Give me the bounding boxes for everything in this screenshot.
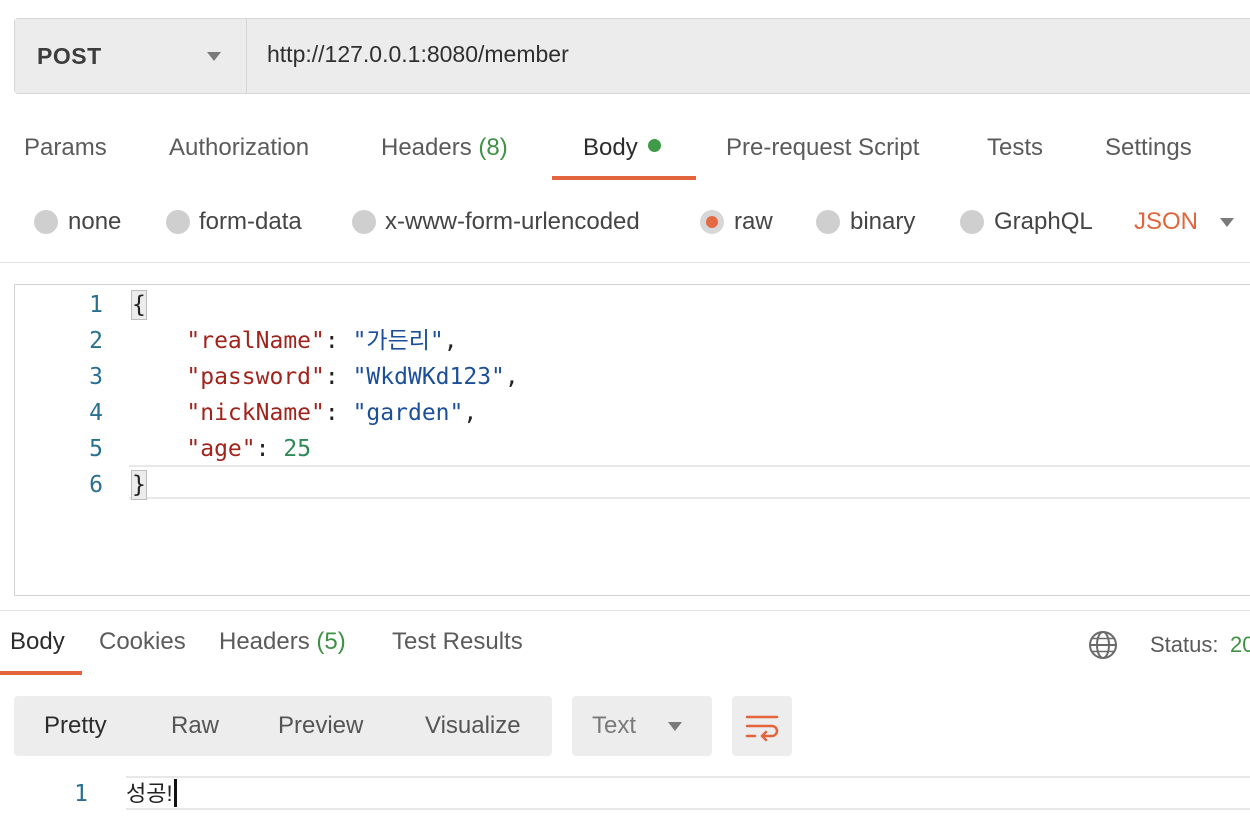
chevron-down-icon	[207, 52, 221, 61]
json-key: "age"	[186, 436, 256, 462]
radio-none-label[interactable]: none	[68, 208, 121, 238]
code-line: 5 "age": 25	[15, 431, 1250, 467]
format-dropdown[interactable]: JSON	[1134, 208, 1198, 236]
code-line: 3 "password": "WkdWKd123",	[15, 359, 1250, 395]
json-comma: ,	[463, 400, 478, 426]
code-text: {	[131, 287, 147, 323]
json-colon: :	[255, 436, 284, 462]
code-line: 1 {	[15, 287, 1250, 323]
response-headers-count-badge: (5)	[316, 628, 346, 655]
line-number: 2	[89, 328, 103, 354]
method-label: POST	[37, 43, 102, 69]
response-tab-cookies[interactable]: Cookies	[99, 628, 186, 656]
json-string-value: "garden"	[352, 400, 464, 426]
tab-body[interactable]: Body	[583, 134, 661, 162]
json-colon: :	[324, 328, 353, 354]
response-text: 성공!	[126, 776, 177, 812]
current-line-highlight	[126, 776, 1250, 810]
active-tab-indicator	[552, 176, 696, 180]
tab-params[interactable]: Params	[24, 134, 107, 162]
radio-x-www-form-urlencoded[interactable]	[352, 210, 376, 234]
radio-none[interactable]	[34, 210, 58, 234]
request-body-editor[interactable]: 1 { 2 "realName": "가든리", 3 "password": "…	[14, 284, 1250, 596]
json-colon: :	[324, 400, 353, 426]
format-raw-button[interactable]: Raw	[171, 712, 219, 740]
json-key: "realName"	[186, 328, 325, 354]
line-number: 5	[89, 436, 103, 462]
json-key: "password"	[186, 364, 325, 390]
request-url-bar: POST http://127.0.0.1:8080/member	[14, 18, 1250, 94]
response-tab-test-results[interactable]: Test Results	[392, 628, 523, 656]
code-line: 4 "nickName": "garden",	[15, 395, 1250, 431]
globe-icon[interactable]	[1088, 630, 1118, 660]
radio-graphql[interactable]	[960, 210, 984, 234]
radio-x-www-form-urlencoded-label[interactable]: x-www-form-urlencoded	[385, 208, 640, 238]
chevron-down-icon	[668, 722, 682, 731]
response-body-viewer[interactable]: 1 성공!	[0, 776, 1250, 812]
response-tab-headers[interactable]: Headers (5)	[219, 628, 346, 656]
body-modified-dot	[647, 139, 661, 152]
response-tab-body[interactable]: Body	[10, 628, 65, 656]
line-number: 4	[89, 400, 103, 426]
radio-raw[interactable]	[700, 210, 724, 234]
response-format-group: Pretty Raw Preview Visualize	[14, 696, 552, 756]
line-number: 1	[89, 292, 103, 318]
code-text: }	[131, 467, 147, 503]
headers-count-badge: (8)	[478, 134, 508, 161]
radio-raw-label[interactable]: raw	[734, 208, 773, 238]
tab-settings[interactable]: Settings	[1105, 134, 1192, 162]
code-line: 2 "realName": "가든리",	[15, 323, 1250, 359]
text-cursor	[173, 779, 177, 807]
matched-brace: }	[131, 470, 147, 500]
format-visualize-button[interactable]: Visualize	[425, 712, 521, 740]
code-text: "nickName": "garden",	[131, 395, 477, 431]
status-code: 20	[1230, 632, 1250, 657]
divider	[0, 610, 1250, 611]
json-key: "nickName"	[186, 400, 325, 426]
json-comma: ,	[504, 364, 519, 390]
json-number-value: 25	[283, 436, 312, 462]
tab-headers[interactable]: Headers (8)	[381, 134, 508, 162]
json-string-value: "WkdWKd123"	[352, 364, 505, 390]
line-number: 3	[89, 364, 103, 390]
code-text: "password": "WkdWKd123",	[131, 359, 519, 395]
matched-brace: {	[131, 290, 147, 320]
divider	[0, 262, 1250, 263]
line-number: 1	[74, 781, 88, 807]
tab-tests[interactable]: Tests	[987, 134, 1043, 162]
line-number: 6	[89, 472, 103, 498]
code-text: "realName": "가든리",	[131, 323, 458, 359]
tab-body-label: Body	[583, 134, 638, 161]
tab-authorization[interactable]: Authorization	[169, 134, 309, 162]
response-text-content: 성공!	[126, 781, 173, 806]
method-dropdown[interactable]: POST	[15, 19, 247, 93]
format-preview-button[interactable]: Preview	[278, 712, 363, 740]
radio-binary-label[interactable]: binary	[850, 208, 915, 238]
response-type-dropdown[interactable]: Text	[572, 696, 712, 756]
radio-form-data[interactable]	[166, 210, 190, 234]
radio-graphql-label[interactable]: GraphQL	[994, 208, 1093, 238]
wrap-lines-icon	[745, 715, 779, 742]
status-label: Status:	[1150, 632, 1219, 657]
chevron-down-icon[interactable]	[1220, 218, 1234, 227]
format-pretty-button[interactable]: Pretty	[44, 712, 107, 740]
code-line: 6 }	[15, 467, 1250, 503]
tab-headers-label: Headers	[381, 134, 472, 161]
radio-binary[interactable]	[816, 210, 840, 234]
json-comma: ,	[443, 328, 458, 354]
wrap-lines-button[interactable]	[732, 696, 792, 756]
response-type-label: Text	[592, 712, 637, 739]
json-colon: :	[324, 364, 353, 390]
tab-pre-request-script[interactable]: Pre-request Script	[726, 134, 919, 162]
json-string-value: "가든리"	[352, 328, 444, 354]
response-tab-headers-label: Headers	[219, 628, 310, 655]
code-text: "age": 25	[131, 431, 311, 467]
url-input[interactable]: http://127.0.0.1:8080/member	[267, 41, 569, 68]
active-response-tab-indicator	[0, 671, 82, 675]
radio-form-data-label[interactable]: form-data	[199, 208, 302, 238]
